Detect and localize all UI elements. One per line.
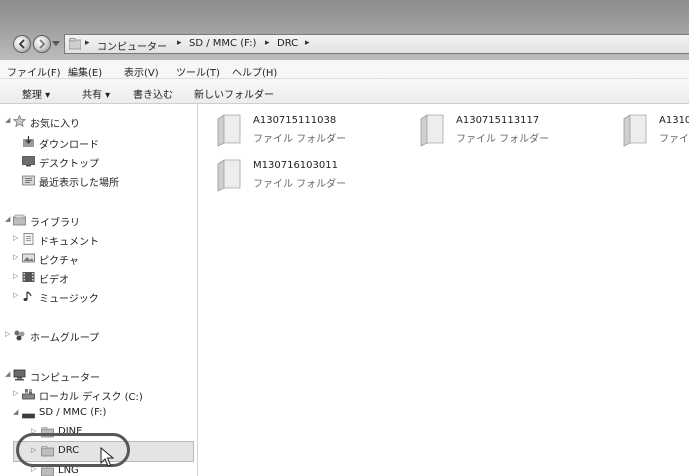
nav-videos[interactable]: ▷ ビデオ	[0, 269, 196, 287]
nav-computer[interactable]: ◢ コンピューター	[0, 367, 196, 385]
hard-drive-icon	[22, 389, 35, 400]
address-bar[interactable]: ▸ コンピューター ▸ SD / MMC (F:) ▸ DRC ▸	[64, 34, 689, 54]
downloads-folder-icon	[23, 136, 34, 147]
computer-icon	[13, 369, 26, 381]
back-arrow-icon	[18, 39, 25, 49]
expand-arrow-icon[interactable]: ▷	[13, 253, 18, 261]
nav-music-label: ミュージック	[39, 294, 99, 305]
documents-icon	[23, 233, 34, 245]
nav-desktop-label: デスクトップ	[39, 159, 99, 170]
folder-icon	[217, 114, 241, 147]
nav-downloads[interactable]: ダウンロード	[0, 134, 196, 152]
nav-sd-card-label: SD / MMC (F:)	[39, 407, 107, 418]
folder-item[interactable]: A130715111038 ファイル フォルダー	[216, 113, 416, 153]
folder-type: ファイ	[659, 134, 689, 145]
expand-arrow-icon[interactable]: ▷	[13, 389, 18, 397]
collapse-arrow-icon[interactable]: ◢	[5, 370, 10, 378]
folder-icon	[217, 159, 241, 192]
collapse-arrow-icon[interactable]: ◢	[13, 408, 18, 416]
nav-libraries-label: ライブラリ	[30, 218, 80, 229]
nav-recent-places-label: 最近表示した場所	[39, 178, 119, 189]
desktop-icon	[22, 156, 35, 167]
expand-arrow-icon[interactable]: ▷	[13, 272, 18, 280]
menu-edit[interactable]: 編集(E)	[68, 64, 102, 79]
folder-icon	[623, 114, 647, 147]
folder-item[interactable]: A130715113117 ファイル フォルダー	[419, 113, 619, 153]
recent-places-icon	[22, 175, 35, 186]
folder-name: A1310	[659, 115, 689, 126]
homegroup-icon	[14, 330, 25, 341]
nav-libraries[interactable]: ◢ ライブラリ	[0, 212, 196, 230]
folder-type: ファイル フォルダー	[456, 134, 550, 145]
nav-computer-label: コンピューター	[30, 373, 100, 384]
expand-arrow-icon[interactable]: ▷	[5, 330, 10, 338]
back-button[interactable]	[13, 35, 31, 53]
libraries-icon	[13, 214, 26, 226]
command-bar: 整理 ▾ 共有 ▾ 書き込む 新しいフォルダー	[0, 79, 689, 104]
burn-button[interactable]: 書き込む	[133, 86, 173, 101]
forward-arrow-icon	[39, 39, 46, 49]
menu-view[interactable]: 表示(V)	[124, 64, 159, 79]
breadcrumb-computer[interactable]: コンピューター	[97, 38, 167, 53]
nav-local-disk-label: ローカル ディスク (C:)	[39, 392, 143, 403]
expand-arrow-icon[interactable]: ▷	[13, 291, 18, 299]
breadcrumb-sd-card[interactable]: SD / MMC (F:)	[189, 38, 256, 49]
forward-button[interactable]	[33, 35, 51, 53]
breadcrumb-separator: ▸	[305, 38, 310, 48]
nav-recent-places[interactable]: 最近表示した場所	[0, 172, 196, 190]
nav-documents-label: ドキュメント	[39, 237, 99, 248]
videos-icon	[22, 272, 35, 282]
title-bar: ▸ コンピューター ▸ SD / MMC (F:) ▸ DRC ▸	[0, 0, 689, 60]
mouse-pointer-icon	[100, 447, 114, 467]
folder-name: M130716103011	[253, 160, 338, 171]
pictures-icon	[22, 253, 35, 263]
folder-type: ファイル フォルダー	[253, 179, 347, 190]
nav-favorites[interactable]: ◢ お気に入り	[0, 113, 196, 131]
breadcrumb-drc[interactable]: DRC	[277, 38, 298, 49]
nav-desktop[interactable]: デスクトップ	[0, 153, 196, 171]
menu-bar: ファイル(F) 編集(E) 表示(V) ツール(T) ヘルプ(H)	[0, 60, 689, 79]
expand-arrow-icon[interactable]: ▷	[13, 234, 18, 242]
nav-favorites-label: お気に入り	[30, 119, 80, 130]
nav-music[interactable]: ▷ ミュージック	[0, 288, 196, 306]
folder-icon	[420, 114, 444, 147]
new-folder-button[interactable]: 新しいフォルダー	[194, 86, 274, 101]
menu-file[interactable]: ファイル(F)	[7, 64, 61, 79]
collapse-arrow-icon[interactable]: ◢	[5, 215, 10, 223]
breadcrumb-separator: ▸	[265, 38, 270, 48]
folder-name: A130715111038	[253, 115, 337, 126]
breadcrumb-separator: ▸	[177, 38, 182, 48]
nav-documents[interactable]: ▷ ドキュメント	[0, 231, 196, 249]
star-icon	[13, 115, 26, 127]
share-button[interactable]: 共有 ▾	[82, 86, 110, 101]
folder-name: A130715113117	[456, 115, 540, 126]
music-note-icon	[23, 291, 32, 301]
recent-pages-chevron-down-icon[interactable]	[52, 41, 60, 47]
nav-homegroup[interactable]: ▷ ホームグループ	[0, 327, 196, 345]
menu-tools[interactable]: ツール(T)	[176, 64, 220, 79]
folder-item[interactable]: M130716103011 ファイル フォルダー	[216, 158, 416, 198]
organize-button[interactable]: 整理 ▾	[22, 86, 50, 101]
menu-help[interactable]: ヘルプ(H)	[232, 64, 277, 79]
folder-item[interactable]: A1310 ファイ	[622, 113, 689, 153]
nav-downloads-label: ダウンロード	[39, 140, 99, 151]
nav-local-disk[interactable]: ▷ ローカル ディスク (C:)	[0, 386, 196, 404]
collapse-arrow-icon[interactable]: ◢	[5, 116, 10, 124]
removable-drive-icon	[22, 413, 35, 419]
nav-pictures-label: ピクチャ	[39, 256, 79, 267]
folder-type: ファイル フォルダー	[253, 134, 347, 145]
folder-icon	[69, 38, 81, 50]
nav-videos-label: ビデオ	[39, 275, 69, 286]
nav-pictures[interactable]: ▷ ピクチャ	[0, 250, 196, 268]
breadcrumb-separator: ▸	[85, 38, 90, 48]
nav-homegroup-label: ホームグループ	[30, 333, 100, 344]
nav-sd-card[interactable]: ◢ SD / MMC (F:)	[0, 405, 196, 423]
